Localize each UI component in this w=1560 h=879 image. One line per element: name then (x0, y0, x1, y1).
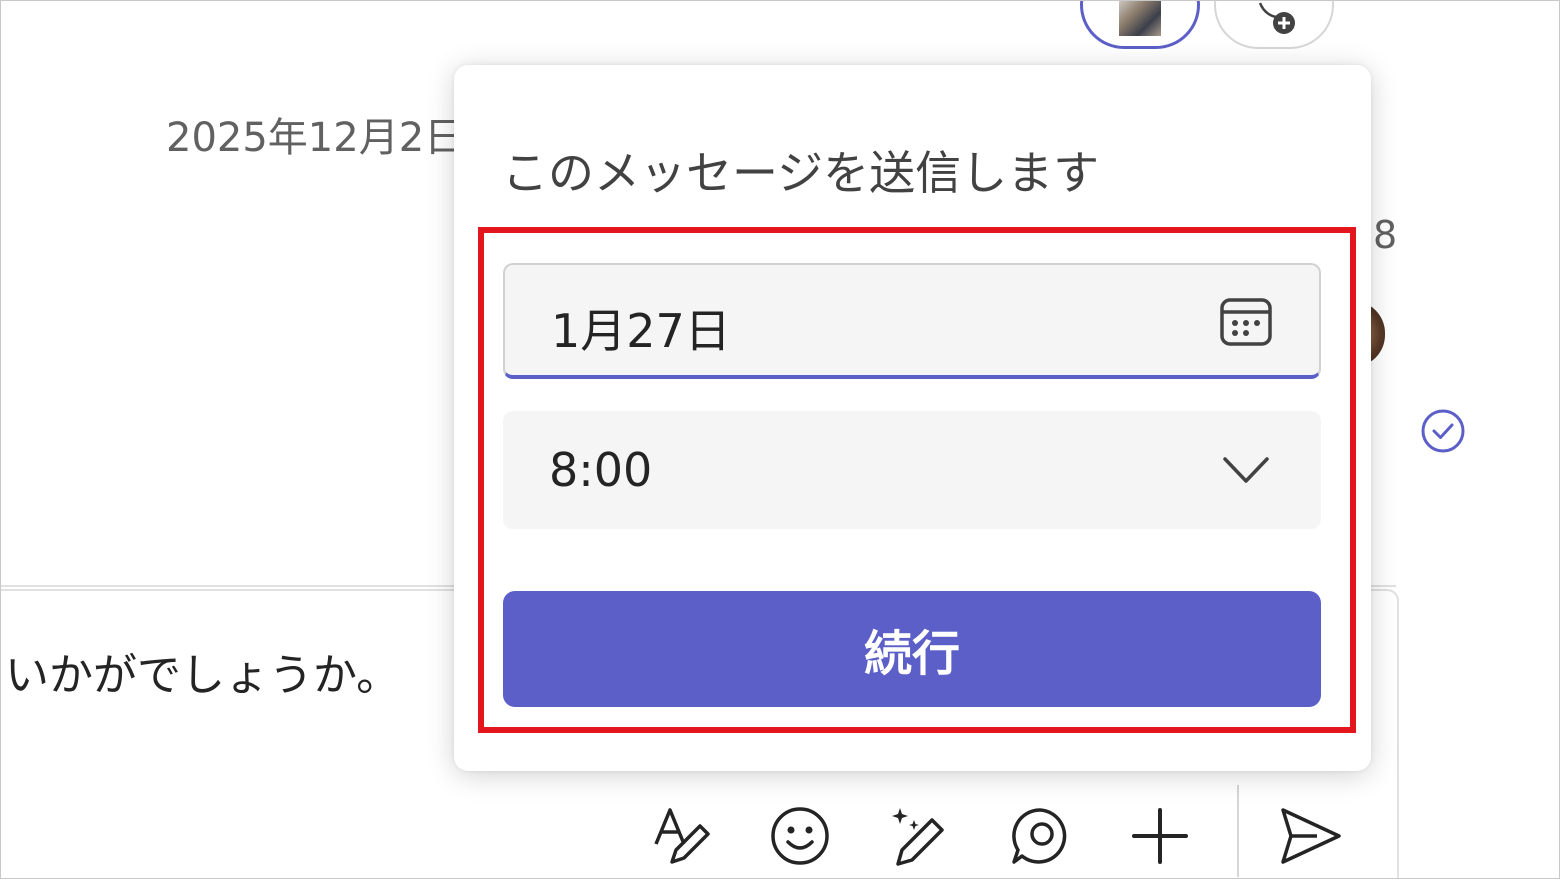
read-receipt-icon (1421, 409, 1465, 453)
calendar-icon[interactable] (1219, 295, 1273, 349)
emoji-icon (771, 807, 829, 865)
add-icon (1132, 808, 1188, 864)
chat-date-header: 2025年12月2日 (166, 115, 465, 161)
copilot-rewrite-button[interactable] (885, 801, 955, 871)
emoji-button[interactable] (765, 801, 835, 871)
add-people-icon (1258, 2, 1295, 34)
add-attachment-button[interactable] (1125, 801, 1195, 871)
send-icon (1281, 808, 1341, 864)
send-button[interactable] (1275, 801, 1345, 871)
copilot-icon (892, 808, 944, 866)
chevron-down-icon (1223, 457, 1269, 483)
loop-icon (1012, 808, 1067, 864)
time-value: 8:00 (549, 443, 653, 497)
loop-button[interactable] (1005, 801, 1075, 871)
date-value: 1月27日 (551, 304, 731, 358)
continue-button[interactable]: 続行 (503, 591, 1321, 707)
add-people-button[interactable] (1214, 1, 1334, 49)
time-dropdown[interactable]: 8:00 (503, 411, 1321, 529)
popup-title: このメッセージを送信します (502, 146, 1100, 200)
format-icon (654, 808, 710, 864)
teams-chat-window: 2025年12月2日 8 いかがでしょうか。 このメッセージを送信します 1月2… (0, 0, 1560, 879)
compose-message-text[interactable]: いかがでしょうか。 (5, 639, 400, 703)
date-picker-field[interactable]: 1月27日 (503, 263, 1321, 379)
participant-avatar-button[interactable] (1080, 1, 1200, 49)
message-timestamp-fragment: 8 (1373, 213, 1398, 257)
toolbar-divider (1237, 785, 1239, 877)
format-button[interactable] (645, 801, 715, 871)
avatar (1119, 1, 1161, 36)
schedule-send-popup: このメッセージを送信します 1月27日 8:00 続行 (454, 65, 1371, 771)
